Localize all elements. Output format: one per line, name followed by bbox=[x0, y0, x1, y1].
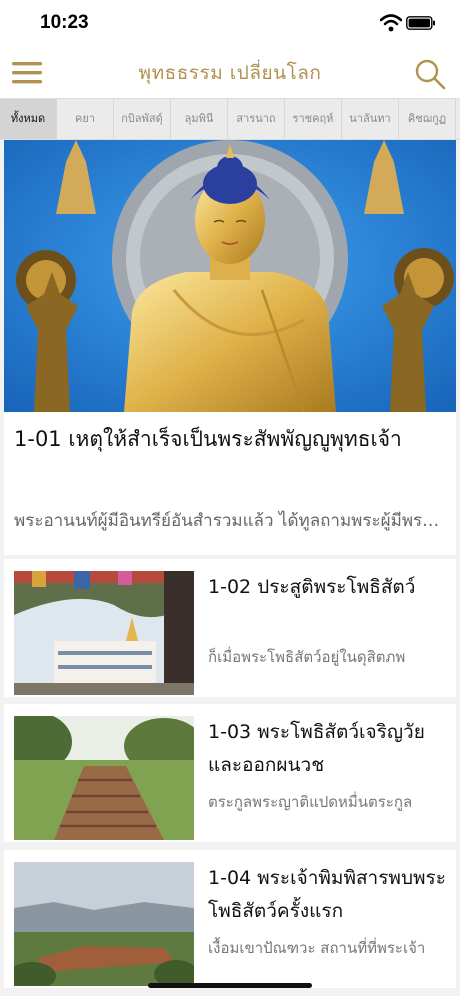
article-title: 1-02 ประสูติพระโพธิสัตว์ bbox=[208, 576, 416, 598]
tab-lumbini[interactable]: ลุมพินี bbox=[171, 99, 228, 139]
featured-article[interactable]: 1-01 เหตุให้สำเร็จเป็นพระสัพพัญญูพุทธเจ้… bbox=[4, 140, 456, 555]
article-card[interactable]: 1-04 พระเจ้าพิมพิสารพบพระโพธิสัตว์ครั้งแ… bbox=[4, 850, 456, 988]
status-time: 10:23 bbox=[40, 12, 89, 33]
article-card[interactable]: 1-02 ประสูติพระโพธิสัตว์ ก็เมื่อพระโพธิส… bbox=[4, 559, 456, 697]
tab-rajgir[interactable]: ราชคฤห์ bbox=[285, 99, 342, 139]
battery-icon bbox=[406, 16, 435, 30]
temple-image bbox=[14, 571, 194, 695]
hill-landscape-image bbox=[14, 862, 194, 986]
tab-sarnath[interactable]: สารนาถ bbox=[228, 99, 285, 139]
tab-kapilavastu[interactable]: กบิลพัสดุ์ bbox=[114, 99, 171, 139]
article-card[interactable]: 1-03 พระโพธิสัตว์เจริญวัยและออกผนวช ตระก… bbox=[4, 704, 456, 842]
tab-gaya[interactable]: คยา bbox=[57, 99, 114, 139]
stairway-ruins-image bbox=[14, 716, 194, 840]
tab-nalanda[interactable]: นาลันทา bbox=[342, 99, 399, 139]
article-excerpt: ตระกูลพระญาติแปดหมื่นตระกูล bbox=[208, 793, 413, 811]
tab-gijjhakuta[interactable]: คิชฌกูฏ bbox=[399, 99, 456, 139]
home-indicator bbox=[148, 983, 312, 988]
category-tabs: ทั้งหมด คยา กบิลพัสดุ์ ลุมพินี สารนาถ รา… bbox=[0, 98, 460, 140]
status-bar: 10:23 bbox=[0, 0, 460, 50]
app-title: พุทธธรรม เปลี่ยนโลก bbox=[138, 62, 322, 84]
wifi-icon bbox=[380, 14, 402, 32]
article-title: 1-04 พระเจ้าพิมพิสารพบพระโพธิสัตว์ครั้งแ… bbox=[208, 867, 446, 922]
featured-title: 1-01 เหตุให้สำเร็จเป็นพระสัพพัญญูพุทธเจ้… bbox=[14, 427, 402, 451]
search-icon[interactable] bbox=[414, 58, 446, 90]
article-title: 1-03 พระโพธิสัตว์เจริญวัยและออกผนวช bbox=[208, 721, 425, 776]
featured-excerpt: พระอานนท์ผู้มีอินทรีย์อันสำรวมแล้ว ได้ทู… bbox=[14, 511, 444, 531]
tab-all[interactable]: ทั้งหมด bbox=[0, 99, 57, 139]
article-excerpt: เงื้อมเขาปัณฑวะ สถานที่ที่พระเจ้า bbox=[208, 939, 426, 957]
article-excerpt: ก็เมื่อพระโพธิสัตว์อยู่ในดุสิตภพ bbox=[208, 648, 406, 666]
buddha-statue-image bbox=[4, 140, 456, 412]
app-header: พุทธธรรม เปลี่ยนโลก bbox=[0, 50, 460, 98]
